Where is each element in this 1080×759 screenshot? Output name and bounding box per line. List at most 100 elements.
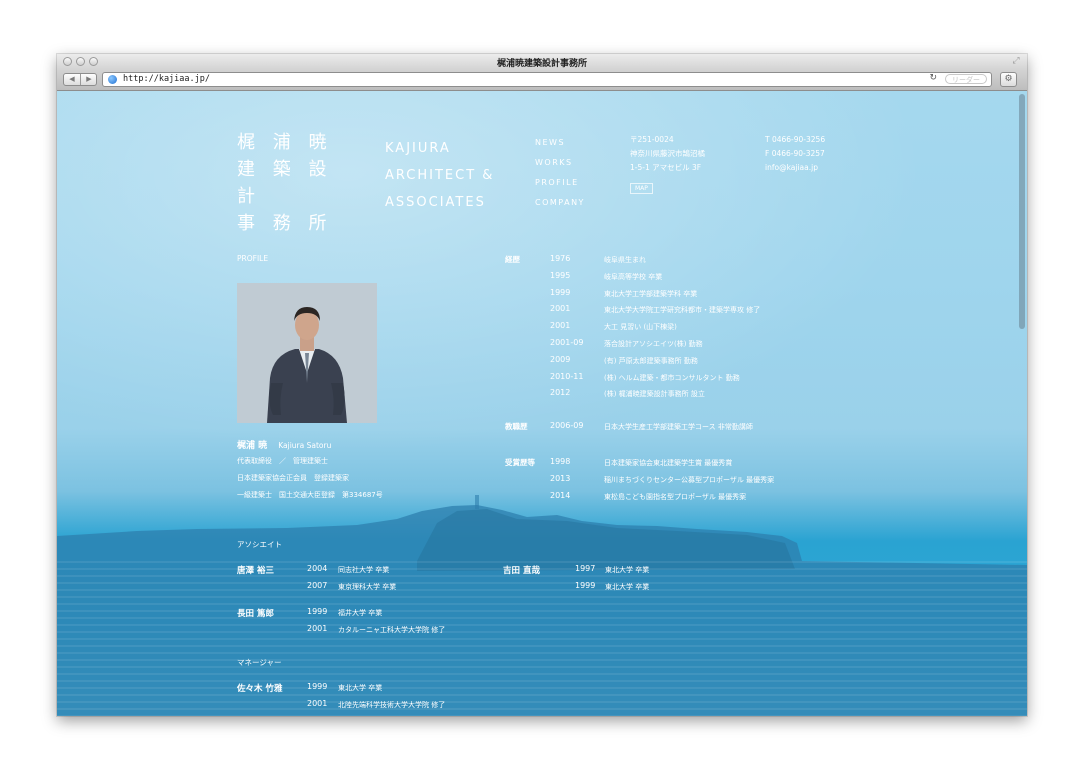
history-year: 2001	[550, 321, 571, 331]
postal-code: 〒251-0024	[630, 135, 674, 144]
profile-name: 梶浦 暁 Kajiura Satoru	[237, 433, 331, 452]
person-year: 2004	[307, 564, 328, 573]
person-school: 北陸先端科学技術大学大学院 修了	[338, 701, 446, 709]
history-year: 1995	[550, 270, 571, 280]
history-text: 岐阜県生まれ	[604, 256, 646, 264]
person-year: 2001	[307, 699, 328, 708]
fax-number: F 0466-90-3257	[765, 149, 825, 158]
person-year: 1999	[307, 607, 328, 616]
address-bar[interactable]: http://kajiaa.jp/ ↻ リーダー	[102, 72, 992, 87]
history-text: (株) ヘルム建築・都市コンサルタント 勤務	[604, 373, 740, 382]
person-name: 吉田 直哉	[503, 566, 540, 576]
page-viewport: 梶 浦 暁 建 築 設 計 事 務 所 KAJIURA ARCHITECT & …	[57, 91, 1027, 716]
history-year: 2013	[550, 473, 571, 483]
logo-english[interactable]: KAJIURA ARCHITECT & ASSOCIATES	[385, 135, 494, 216]
window-title: 梶浦暁建築設計事務所	[496, 59, 587, 69]
person-year: 1997	[575, 564, 596, 573]
nav-company[interactable]: COMPANY	[535, 193, 585, 213]
logo-jp-line: 建 築 設 計	[237, 159, 333, 207]
info-line: 一級建築士 国土交通大臣登録 第334687号	[237, 491, 383, 499]
profile-info: 代表取締役 ／ 管理建築士 日本建築家協会正会員 登録建築家 一級建築士 国土交…	[237, 453, 383, 504]
vertical-scrollbar[interactable]	[1019, 94, 1025, 329]
person-year: 2007	[307, 581, 328, 590]
person-year: 2001	[307, 624, 328, 633]
person-name: 唐澤 裕三	[237, 566, 274, 576]
logo-jp-line: 事 務 所	[237, 213, 333, 234]
site-navigation: NEWS WORKS PROFILE COMPANY	[535, 133, 585, 213]
history-text: 東松島こども園指名型プロポーザル 最優秀案	[604, 492, 747, 501]
history-text: 大工 見習い (山下棟梁)	[604, 323, 677, 332]
name-english: Kajiura Satoru	[278, 441, 332, 450]
person-school: 東北大学 卒業	[338, 684, 383, 692]
history-year: 2009	[550, 354, 571, 364]
logo-jp-line: 梶 浦 暁	[237, 132, 333, 153]
settings-button[interactable]: ⚙	[1000, 72, 1017, 87]
info-line: 日本建築家協会正会員 登録建築家	[237, 474, 349, 482]
history-year: 2001	[550, 304, 571, 314]
career-label: 経歴	[505, 255, 520, 264]
history-year: 2012	[550, 388, 571, 398]
history-text: 日本建築家協会東北建築学生賞 最優秀賞	[604, 459, 733, 467]
history-text: 岐阜高等学校 卒業	[604, 272, 663, 281]
email-link[interactable]: info@kajiaa.jp	[765, 161, 825, 175]
person-school: 福井大学 卒業	[338, 609, 383, 617]
awards-label: 受賞歴等	[505, 458, 535, 467]
profile-section-label: PROFILE	[237, 254, 269, 263]
forward-arrow-icon: ▶	[86, 75, 92, 83]
teaching-label: 教職歴	[505, 422, 528, 431]
person-school: 東北大学 卒業	[605, 566, 650, 574]
history-year: 2014	[550, 490, 571, 500]
back-arrow-icon: ◀	[69, 75, 75, 83]
history-text: 東北大学工学部建築学科 卒業	[604, 289, 698, 298]
address-line: 1-5-1 アマセビル 3F	[630, 163, 702, 172]
forward-button[interactable]: ▶	[81, 74, 97, 85]
reload-icon[interactable]: ↻	[929, 73, 937, 83]
logo-en-line: KAJIURA	[385, 141, 451, 156]
history-year: 1999	[550, 287, 571, 297]
title-bar: 梶浦暁建築設計事務所 ⤢	[57, 54, 1027, 70]
history-buttons: ◀ ▶	[63, 73, 97, 86]
logo-japanese[interactable]: 梶 浦 暁 建 築 設 計 事 務 所	[237, 129, 347, 237]
fullscreen-icon[interactable]: ⤢	[1011, 56, 1021, 66]
logo-en-line: ARCHITECT &	[385, 168, 495, 183]
info-line: 代表取締役 ／ 管理建築士	[237, 457, 328, 465]
person-school: 東京理科大学 卒業	[338, 583, 397, 591]
history-text: 稲川まちづくりセンター公募型プロポーザル 最優秀案	[604, 475, 775, 484]
person-year: 1999	[307, 682, 328, 691]
person-year: 1999	[575, 581, 596, 590]
address-block: 〒251-0024 神奈川県藤沢市鵠沼橘 1-5-1 アマセビル 3F MAP	[630, 133, 705, 194]
teaching-text: 日本大学生産工学部建築工学コース 非常勤講師	[604, 423, 753, 431]
associates-label: アソシエイト	[237, 540, 282, 549]
history-year: 1976	[550, 254, 571, 263]
history-text: (有) 芦原太郎建築事務所 勤務	[604, 356, 698, 365]
history-text: 東北大学大学院工学研究科都市・建築学専攻 修了	[604, 306, 761, 315]
logo-en-line: ASSOCIATES	[385, 195, 486, 210]
url-text[interactable]: http://kajiaa.jp/	[123, 74, 210, 84]
teaching-year: 2006-09	[550, 421, 584, 430]
history-text: 落合設計アソシエイツ(株) 勤務	[604, 340, 703, 348]
browser-window: 梶浦暁建築設計事務所 ⤢ ◀ ▶ http://kajiaa.jp/ ↻ リーダ…	[57, 54, 1027, 716]
map-link[interactable]: MAP	[630, 183, 653, 194]
person-name: 佐々木 竹雅	[237, 684, 283, 694]
back-button[interactable]: ◀	[64, 74, 80, 85]
history-year: 2001-09	[550, 338, 584, 347]
nav-works[interactable]: WORKS	[535, 153, 585, 173]
history-year: 1998	[550, 457, 571, 466]
contact-block: T 0466-90-3256 F 0466-90-3257 info@kajia…	[765, 133, 825, 175]
history-text: (株) 梶浦暁建築設計事務所 設立	[604, 390, 705, 399]
managers-label: マネージャー	[237, 658, 282, 667]
portrait-photo	[237, 283, 377, 423]
browser-toolbar: ◀ ▶ http://kajiaa.jp/ ↻ リーダー ⚙	[57, 70, 1027, 91]
globe-icon	[108, 75, 117, 84]
person-school: 同志社大学 卒業	[338, 566, 390, 574]
person-name: 長田 篤郎	[237, 609, 274, 619]
person-school: カタルーニャ工科大学大学院 修了	[338, 626, 446, 634]
reader-button[interactable]: リーダー	[945, 74, 987, 84]
phone-number: T 0466-90-3256	[765, 135, 826, 144]
person-school: 東北大学 卒業	[605, 583, 650, 591]
nav-news[interactable]: NEWS	[535, 133, 585, 153]
name-japanese: 梶浦 暁	[237, 441, 268, 451]
history-year: 2010-11	[550, 371, 584, 381]
gear-icon: ⚙	[1004, 74, 1013, 84]
nav-profile[interactable]: PROFILE	[535, 173, 585, 193]
